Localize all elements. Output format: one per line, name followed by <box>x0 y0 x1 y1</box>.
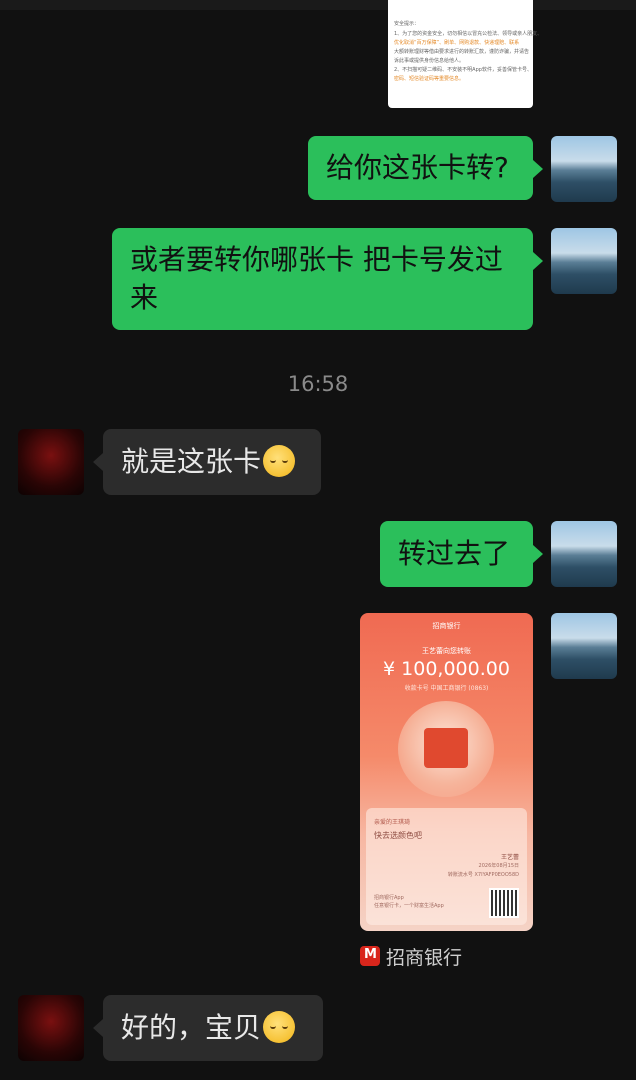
bubble-tail <box>533 252 543 270</box>
card-greeting: 亲爱的王琪琦 <box>374 819 411 826</box>
card-date: 2026年08月15日 <box>478 863 519 869</box>
bank-logo-icon <box>360 946 380 966</box>
gift-box-icon <box>424 728 468 768</box>
message-text: 转过去了 <box>398 537 511 570</box>
bubble-tail <box>93 453 103 471</box>
my-avatar[interactable] <box>551 521 617 587</box>
document-image[interactable]: 安全提示： 1、为了您的资金安全，切勿相信以冒充公检法、领导或亲人朋友、 优化取… <box>388 0 542 108</box>
doc-title: 安全提示： <box>394 21 420 27</box>
message-bubble-received[interactable]: 就是这张卡 <box>103 429 321 495</box>
message-text: 给你这张卡转? <box>326 151 509 184</box>
card-app-name: 招商银行App <box>374 895 404 901</box>
card-message-panel: 亲爱的王琪琦 快去选颜色吧 王艺蕾 2026年08月15日 转账流水号 X7IY… <box>366 808 527 925</box>
message-text: 或者要转你哪张卡 把卡号发过来 <box>130 243 503 314</box>
doc-line: 2、不扫描可疑二维码、不安装不明App软件，妥善保管卡号、 <box>394 67 532 73</box>
card-slogan: 任意银行卡，一个财富生活App <box>374 903 444 909</box>
message-bubble-sent[interactable]: 给你这张卡转? <box>308 136 533 200</box>
message-bubble-received[interactable]: 好的，宝贝 <box>103 995 323 1061</box>
card-source[interactable]: 招商银行 <box>360 944 463 969</box>
my-avatar[interactable] <box>551 228 617 294</box>
card-sender-line: 王艺蕾向您转账 <box>422 647 471 655</box>
timestamp: 16:58 <box>287 372 349 396</box>
message-text: 好的，宝贝 <box>121 1011 262 1044</box>
card-serial: 转账流水号 X7IYAFP0EOO58D <box>447 872 519 878</box>
card-bank-name: 招商银行 <box>432 622 461 630</box>
card-receiver-account: 收款卡号 中国工商银行 (0863) <box>404 685 489 692</box>
doc-line: 优化取消“百万保障”、刷单、网购退款、快递理赔、联系 <box>394 40 520 46</box>
message-bubble-sent[interactable]: 或者要转你哪张卡 把卡号发过来 <box>112 228 533 330</box>
card-message: 快去选颜色吧 <box>374 831 422 840</box>
sleepy-smile-emoji-icon <box>263 445 296 477</box>
transfer-card-image[interactable]: 招商银行 王艺蕾向您转账 ¥ 100,000.00 收款卡号 中国工商银行 (0… <box>360 613 533 931</box>
status-strip <box>0 0 636 10</box>
message-bubble-sent[interactable]: 转过去了 <box>380 521 533 587</box>
bubble-tail <box>533 545 543 563</box>
doc-line: 1、为了您的资金安全，切勿相信以冒充公检法、领导或亲人朋友、 <box>394 31 543 37</box>
my-avatar[interactable] <box>551 136 617 202</box>
card-source-label: 招商银行 <box>386 946 463 969</box>
contact-avatar[interactable] <box>18 429 84 495</box>
contact-avatar[interactable] <box>18 995 84 1061</box>
doc-line: 大额转账理财等借由要求进行的转账汇款，谨防诈骗，并请告 <box>394 49 530 55</box>
doc-line: 诉此事或提供身份信息给他人。 <box>394 58 465 64</box>
card-amount: ¥ 100,000.00 <box>383 658 510 680</box>
card-signature: 王艺蕾 <box>500 854 519 861</box>
my-avatar[interactable] <box>551 613 617 679</box>
message-text: 就是这张卡 <box>121 445 262 478</box>
sleepy-smile-emoji-icon <box>263 1011 296 1043</box>
doc-line: 密码、短信验证码等重要信息。 <box>394 76 465 82</box>
bubble-tail <box>533 160 543 178</box>
qr-code-icon <box>489 888 519 918</box>
bubble-tail <box>93 1019 103 1037</box>
